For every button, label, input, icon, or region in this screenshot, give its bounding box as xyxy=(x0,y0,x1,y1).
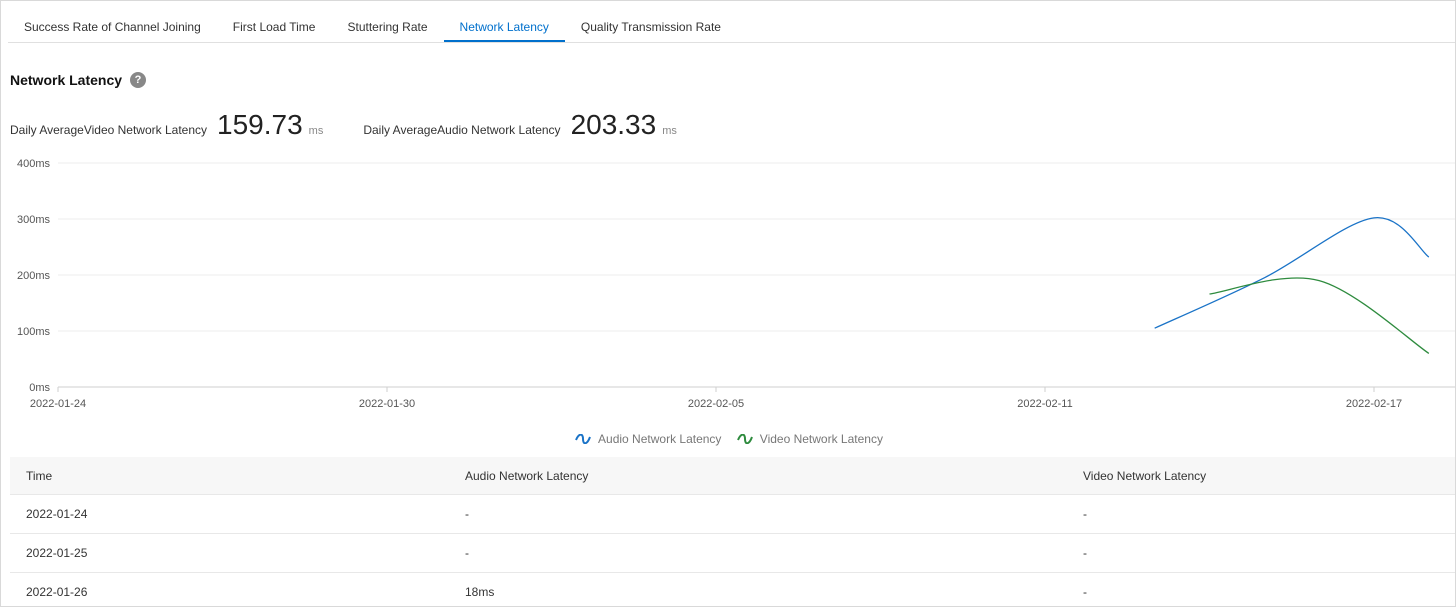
line-series-icon xyxy=(736,434,753,444)
y-tick-label: 200ms xyxy=(17,270,51,282)
table-cell: 2022-01-25 xyxy=(10,533,450,573)
column-header-time: Time xyxy=(10,457,450,495)
legend-label: Audio Network Latency xyxy=(598,432,722,446)
x-tick-label: 2022-01-30 xyxy=(359,398,415,410)
table-cell: - xyxy=(1068,494,1455,534)
table-row: 2022-01-26 18ms - xyxy=(10,572,1455,606)
page-title: Network Latency xyxy=(10,72,123,88)
column-header-video: Video Network Latency xyxy=(1068,457,1455,495)
table-cell: 2022-01-24 xyxy=(10,494,450,534)
table-row: 2022-01-25 - - xyxy=(10,533,1455,573)
kpi-audio-latency: Daily AverageAudio Network Latency 203.3… xyxy=(363,109,677,141)
question-circle-icon[interactable]: ? xyxy=(130,72,147,88)
metric-tabs: Success Rate of Channel Joining First Lo… xyxy=(8,11,1455,43)
x-tick-label: 2022-01-24 xyxy=(30,398,86,410)
legend-item-audio[interactable]: Audio Network Latency xyxy=(575,432,721,446)
table-cell: 18ms xyxy=(450,572,1068,606)
legend-label: Video Network Latency xyxy=(759,432,883,446)
y-tick-label: 0ms xyxy=(29,382,50,394)
kpi-value: 203.33 xyxy=(570,109,657,140)
table-row: 2022-01-24 - - xyxy=(10,494,1455,534)
kpi-video-latency: Daily AverageVideo Network Latency 159.7… xyxy=(10,109,323,141)
tab-quality-transmission-rate[interactable]: Quality Transmission Rate xyxy=(565,11,737,42)
table-cell: - xyxy=(450,494,1068,534)
section-title-row: Network Latency ? xyxy=(10,72,147,88)
table-cell: 2022-01-26 xyxy=(10,572,450,606)
kpi-unit: ms xyxy=(308,125,324,137)
y-tick-label: 300ms xyxy=(17,214,51,226)
chart-legend: Audio Network Latency Video Network Late… xyxy=(1,432,1455,447)
table-cell: - xyxy=(450,533,1068,573)
tab-success-rate[interactable]: Success Rate of Channel Joining xyxy=(8,11,217,42)
tab-network-latency[interactable]: Network Latency xyxy=(443,11,565,42)
x-tick-label: 2022-02-05 xyxy=(688,398,744,410)
table-cell: - xyxy=(1068,533,1455,573)
kpi-unit: ms xyxy=(662,125,677,137)
video-latency-line xyxy=(1209,277,1430,354)
tab-stuttering-rate[interactable]: Stuttering Rate xyxy=(331,11,443,42)
kpi-value: 159.73 xyxy=(217,109,303,140)
y-tick-label: 400ms xyxy=(17,158,51,170)
latency-line-chart: 0ms 100ms 200ms 300ms 400ms 2022-01-24 2022-01… xyxy=(17,158,1455,410)
kpi-label: Daily AverageVideo Network Latency xyxy=(10,123,208,137)
line-series-icon xyxy=(575,434,591,444)
table-header-row: Time Audio Network Latency Video Network… xyxy=(10,457,1455,495)
x-tick-label: 2022-02-17 xyxy=(1346,398,1402,410)
table-cell: - xyxy=(1068,572,1455,606)
column-header-audio: Audio Network Latency xyxy=(450,457,1068,495)
report-panel: Success Rate of Channel Joining First Lo… xyxy=(0,0,1456,607)
legend-item-video[interactable]: Video Network Latency xyxy=(736,432,883,446)
audio-latency-line xyxy=(1154,217,1430,329)
latency-table: Time Audio Network Latency Video Network… xyxy=(10,457,1455,606)
tab-first-load-time[interactable]: First Load Time xyxy=(217,11,332,42)
x-tick-label: 2022-02-11 xyxy=(1017,398,1072,410)
kpi-row: Daily AverageVideo Network Latency 159.7… xyxy=(10,109,717,141)
kpi-label: Daily AverageAudio Network Latency xyxy=(363,123,561,137)
y-tick-label: 100ms xyxy=(17,326,51,338)
